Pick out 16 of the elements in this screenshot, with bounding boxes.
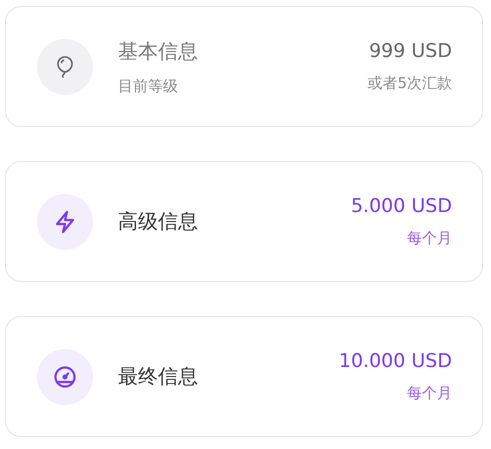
plan-title: 最终信息 [118,363,199,390]
plan-card[interactable]: 基本信息 目前等级 999 USD 或者5次汇款 [5,6,483,127]
billing-note: 每个月 [407,229,452,248]
plan-status: 目前等级 [118,76,179,96]
plan-price: 5.000 USD [350,195,452,217]
plan-card[interactable]: 高级信息 5.000 USD 每个月 [5,161,483,282]
plan-title: 高级信息 [118,208,199,235]
balloon-icon [55,54,75,78]
gauge-icon [53,364,77,388]
plan-price: 999 USD [369,40,452,62]
plan-title: 基本信息 [118,38,199,64]
plan-price: 10.000 USD [338,350,452,372]
billing-note: 每个月 [407,384,452,403]
billing-note: 或者5次汇款 [367,74,452,93]
plan-card[interactable]: 最终信息 10.000 USD 每个月 [5,316,483,437]
lightning-icon [54,210,76,234]
